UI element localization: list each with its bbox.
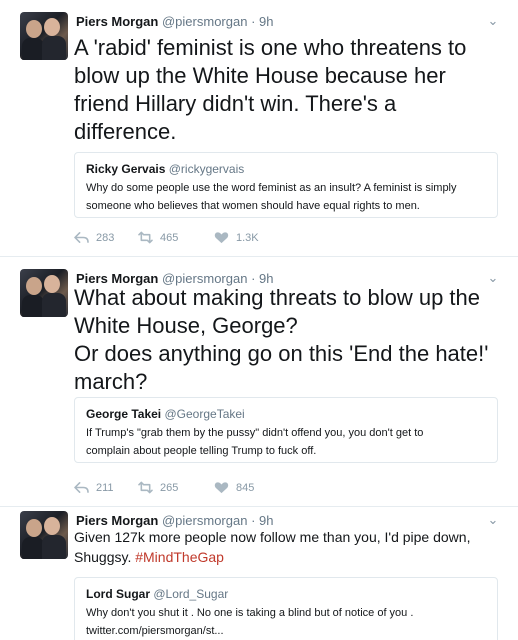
retweet-button[interactable]: 265 <box>138 481 178 494</box>
hashtag-link[interactable]: #MindTheGap <box>135 549 224 565</box>
chevron-down-icon[interactable]: ⌄ <box>486 513 500 527</box>
tweet-text-line: A 'rabid' feminist is one who threatens … <box>74 35 467 60</box>
tweet[interactable]: Piers Morgan @piersmorgan · 9h ⌄ Given 1… <box>0 507 518 640</box>
reply-button[interactable]: 283 <box>74 231 114 244</box>
quoted-link[interactable]: twitter.com/piersmorgan/st... <box>86 622 487 640</box>
tweet[interactable]: Piers Morgan @piersmorgan · 9h ⌄ A 'rabi… <box>0 0 518 257</box>
author-handle[interactable]: @piersmorgan <box>162 513 247 528</box>
tweet[interactable]: Piers Morgan @piersmorgan · 9h ⌄ What ab… <box>0 257 518 507</box>
reply-count: 211 <box>96 481 114 494</box>
like-count: 845 <box>236 481 255 494</box>
separator-dot: · <box>251 513 256 528</box>
retweet-count: 465 <box>160 231 179 244</box>
quoted-author-name: Lord Sugar <box>86 587 151 601</box>
retweet-icon <box>138 481 153 494</box>
author-name[interactable]: Piers Morgan <box>76 513 158 528</box>
heart-icon <box>214 232 229 244</box>
quoted-tweet-text: Why do some people use the word feminist… <box>86 179 487 215</box>
quoted-tweet[interactable]: Lord Sugar @Lord_Sugar Why don't you shu… <box>74 577 498 640</box>
tweet-text-line: White House, George? <box>74 313 298 338</box>
timeline: Piers Morgan @piersmorgan · 9h ⌄ A 'rabi… <box>0 0 518 640</box>
chevron-down-icon[interactable]: ⌄ <box>486 14 500 28</box>
quoted-text-line: Why don't you shut it . No one is taking… <box>86 607 414 619</box>
chevron-down-icon[interactable]: ⌄ <box>486 271 500 285</box>
quoted-author-handle: @rickygervais <box>168 162 245 176</box>
avatar[interactable] <box>20 511 68 559</box>
quoted-tweet[interactable]: George Takei @GeorgeTakei If Trump's "gr… <box>74 397 498 463</box>
tweet-text-line: Shuggsy. #MindTheGap <box>74 547 494 567</box>
avatar[interactable] <box>20 269 68 317</box>
quoted-tweet-text: Why don't you shut it . No one is taking… <box>86 604 487 640</box>
tweet-text: What about making threats to blow up the… <box>74 284 504 396</box>
tweet-text: A 'rabid' feminist is one who threatens … <box>74 34 504 146</box>
like-button[interactable]: 845 <box>214 481 254 494</box>
tweet-text-fragment: Shuggsy. <box>74 549 132 565</box>
tweet-text-line: Or does anything go on this 'End the hat… <box>74 341 489 366</box>
avatar[interactable] <box>20 12 68 60</box>
tweet-header: Piers Morgan @piersmorgan · 9h <box>76 513 274 528</box>
reply-icon <box>74 482 89 493</box>
author-name[interactable]: Piers Morgan <box>76 14 158 29</box>
quoted-tweet[interactable]: Ricky Gervais @rickygervais Why do some … <box>74 152 498 218</box>
tweet-text-line: What about making threats to blow up the <box>74 285 481 310</box>
quoted-tweet-header: Ricky Gervais @rickygervais <box>86 162 487 176</box>
tweet-text-line: blow up the White House because her <box>74 63 446 88</box>
reply-count: 283 <box>96 231 115 244</box>
timestamp[interactable]: 9h <box>259 14 273 29</box>
timestamp[interactable]: 9h <box>259 513 273 528</box>
reply-icon <box>74 232 89 243</box>
retweet-icon <box>138 231 153 244</box>
quoted-text-line: Why do some people use the word feminist… <box>86 182 457 194</box>
retweet-count: 265 <box>160 481 179 494</box>
tweet-text-line: march? <box>74 369 148 394</box>
quoted-tweet-text: If Trump's "grab them by the pussy" didn… <box>86 424 487 460</box>
quoted-text-line: complain about people telling Trump to f… <box>86 445 317 457</box>
like-button[interactable]: 1.3K <box>214 231 259 244</box>
quoted-text-line: If Trump's "grab them by the pussy" didn… <box>86 427 424 439</box>
quoted-author-handle: @GeorgeTakei <box>164 407 245 421</box>
quoted-tweet-header: George Takei @GeorgeTakei <box>86 407 487 421</box>
like-count: 1.3K <box>236 231 259 244</box>
quoted-text-line: someone who believes that women should h… <box>86 200 420 212</box>
heart-icon <box>214 482 229 494</box>
separator-dot: · <box>251 14 256 29</box>
tweet-text-line: Given 127k more people now follow me tha… <box>74 529 471 545</box>
quoted-author-handle: @Lord_Sugar <box>153 587 229 601</box>
tweet-text: Given 127k more people now follow me tha… <box>74 527 494 567</box>
reply-button[interactable]: 211 <box>74 481 114 494</box>
tweet-text-line: friend Hillary didn't win. There's a <box>74 91 397 116</box>
tweet-header: Piers Morgan @piersmorgan · 9h <box>76 14 274 29</box>
retweet-button[interactable]: 465 <box>138 231 178 244</box>
quoted-tweet-header: Lord Sugar @Lord_Sugar <box>86 587 487 601</box>
author-handle[interactable]: @piersmorgan <box>162 14 247 29</box>
quoted-author-name: Ricky Gervais <box>86 162 166 176</box>
quoted-author-name: George Takei <box>86 407 162 421</box>
tweet-text-line: difference. <box>74 119 177 144</box>
